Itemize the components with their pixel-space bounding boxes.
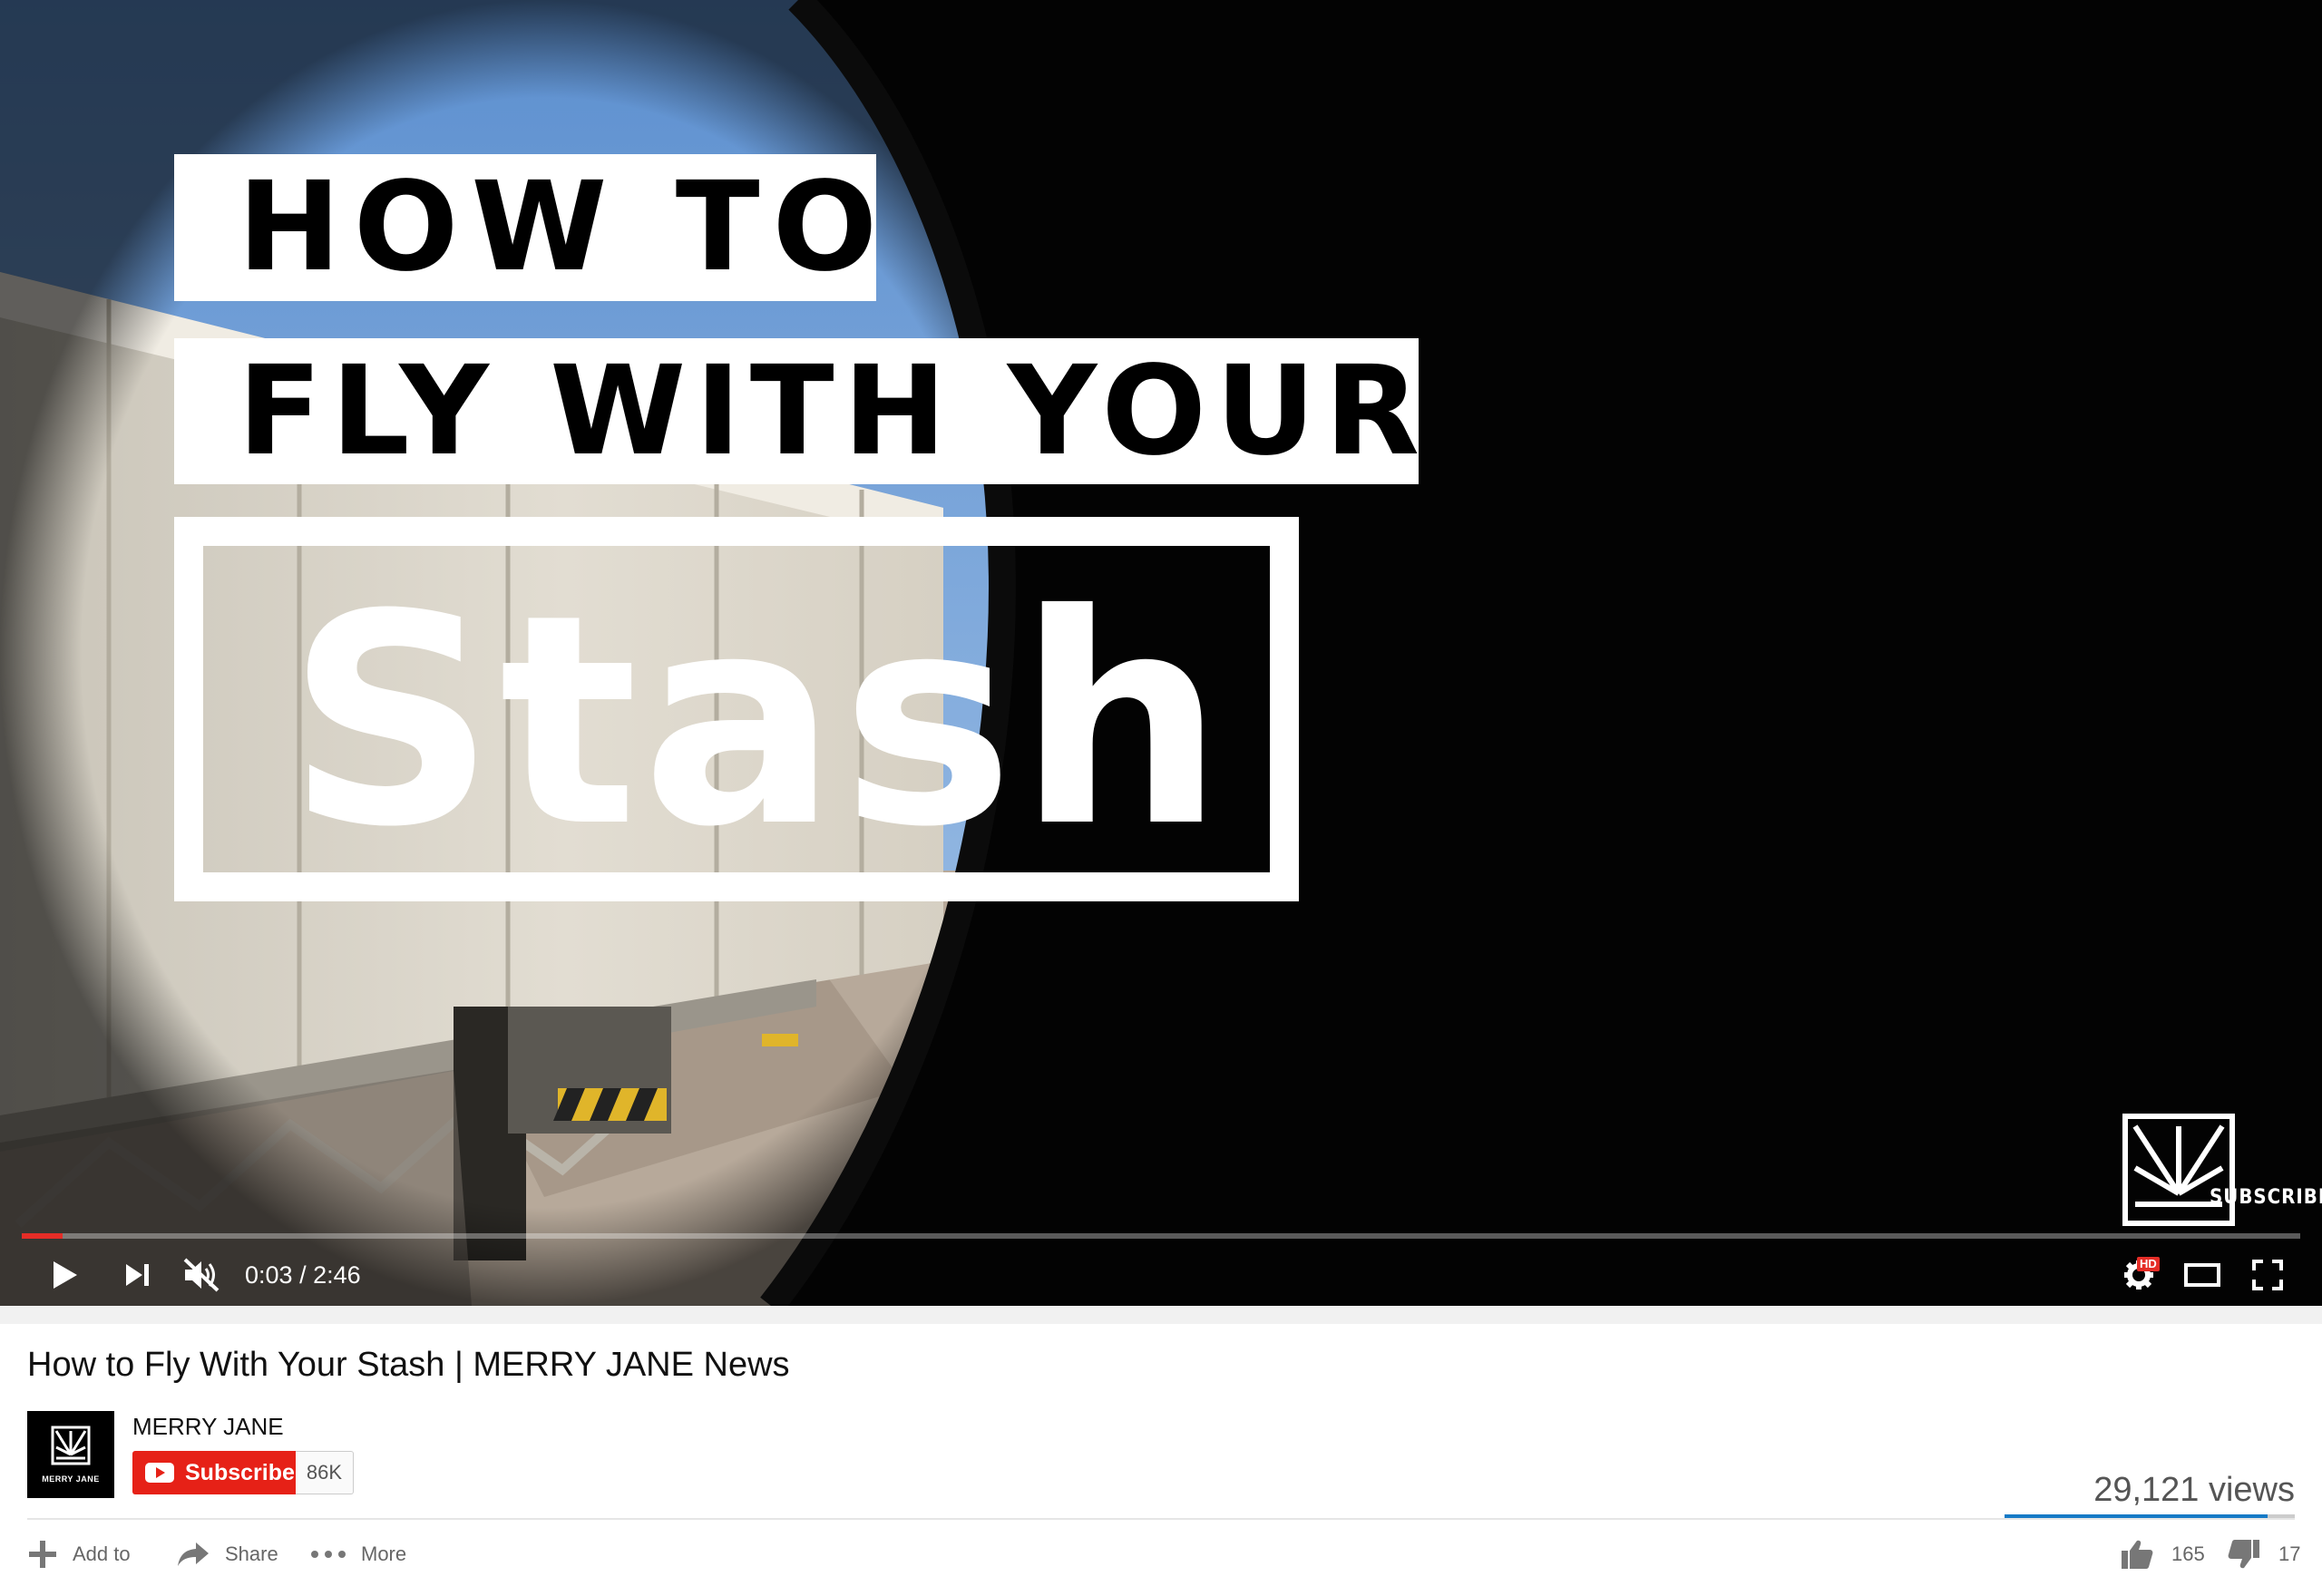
player-bottom-gutter <box>0 1306 2322 1324</box>
channel-watermark-logo[interactable] <box>2122 1114 2235 1226</box>
subscriber-count: 86K <box>296 1451 354 1494</box>
time-separator: / <box>292 1261 314 1289</box>
progress-bar[interactable] <box>22 1233 2300 1239</box>
theater-mode-icon <box>2184 1263 2220 1287</box>
subscribe-button[interactable]: Subscribe <box>132 1451 296 1494</box>
overlay-title-line-2: FLY WITH YOUR <box>174 338 1420 484</box>
view-count: 29,121 views <box>2093 1471 2295 1509</box>
fullscreen-icon <box>2252 1260 2283 1290</box>
theater-mode-button[interactable] <box>2181 1253 2224 1297</box>
mute-button[interactable] <box>178 1251 225 1299</box>
duration: 2:46 <box>313 1261 361 1289</box>
progress-played <box>22 1233 63 1239</box>
subscribe-label: Subscribe <box>185 1459 295 1485</box>
overlay-title-frame: Stash <box>174 517 1299 901</box>
like-count: 165 <box>2171 1542 2205 1565</box>
like-ratio-fill <box>2005 1514 2268 1518</box>
more-label: More <box>361 1542 407 1565</box>
more-dots-icon <box>311 1551 346 1558</box>
channel-avatar[interactable]: MERRY JANE <box>27 1411 114 1498</box>
current-time: 0:03 <box>245 1261 293 1289</box>
thumbs-down-icon <box>2228 1540 2259 1569</box>
like-button[interactable]: 165 <box>2121 1536 2205 1572</box>
muted-speaker-icon <box>183 1258 220 1292</box>
video-title: How to Fly With Your Stash | MERRY JANE … <box>27 1346 790 1384</box>
share-arrow-icon <box>178 1542 209 1566</box>
overlay-title-line-1: HOW TO <box>174 154 877 301</box>
player-controls: 0:03 / 2:46 HD <box>0 1244 2322 1306</box>
dislike-button[interactable]: 17 <box>2228 1536 2300 1572</box>
add-to-button[interactable]: Add to <box>27 1536 131 1572</box>
watermark-subscribe-label[interactable]: SUBSCRIBE <box>2210 1186 2322 1209</box>
like-dislike-ratio-bar <box>2005 1514 2295 1518</box>
share-label: Share <box>225 1542 278 1565</box>
channel-name-link[interactable]: MERRY JANE <box>132 1413 284 1441</box>
channel-logo-icon <box>51 1426 91 1465</box>
info-divider <box>27 1518 2295 1520</box>
plus-icon <box>29 1541 56 1568</box>
play-icon <box>54 1261 77 1289</box>
youtube-play-icon <box>145 1463 174 1483</box>
dislike-count: 17 <box>2278 1542 2301 1565</box>
more-button[interactable]: More <box>310 1536 406 1572</box>
next-video-button[interactable] <box>116 1253 160 1297</box>
hd-badge: HD <box>2137 1257 2160 1271</box>
fullscreen-button[interactable] <box>2246 1253 2289 1297</box>
add-to-label: Add to <box>73 1542 131 1565</box>
time-display: 0:03 / 2:46 <box>245 1259 361 1291</box>
overlay-title-line-3: Stash <box>287 553 1228 890</box>
next-icon <box>126 1264 149 1286</box>
thumbs-up-icon <box>2122 1540 2153 1569</box>
video-player[interactable]: HOW TO FLY WITH YOUR Stash SUBSCRIBE 0:0… <box>0 0 2322 1306</box>
play-button[interactable] <box>44 1253 87 1297</box>
avatar-label: MERRY JANE <box>42 1474 100 1484</box>
share-button[interactable]: Share <box>176 1536 278 1572</box>
